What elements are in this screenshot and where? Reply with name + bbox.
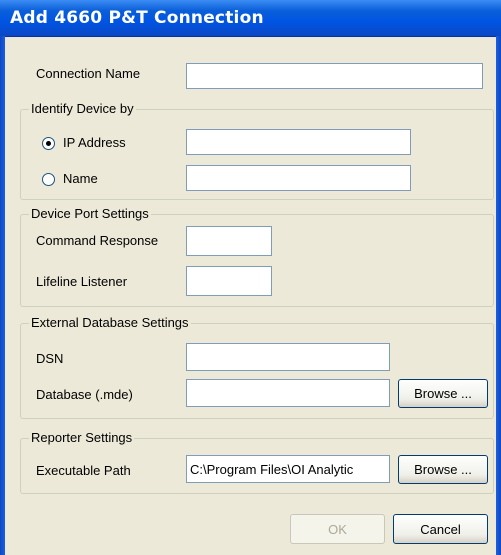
executable-path-input[interactable] — [186, 455, 390, 483]
database-label: Database (.mde) — [36, 387, 133, 402]
command-response-input[interactable] — [186, 226, 272, 256]
dsn-label: DSN — [36, 351, 64, 366]
name-radio[interactable] — [42, 173, 55, 186]
name-radio-label[interactable]: Name — [63, 171, 98, 186]
connection-name-label: Connection Name — [36, 66, 141, 81]
database-browse-button[interactable]: Browse ... — [398, 379, 488, 408]
dsn-input[interactable] — [186, 343, 390, 371]
window-title: Add 4660 P&T Connection — [10, 8, 264, 28]
lifeline-listener-label: Lifeline Listener — [36, 274, 128, 289]
ip-address-input[interactable] — [186, 129, 411, 155]
command-response-label: Command Response — [36, 233, 159, 248]
reporter-legend: Reporter Settings — [29, 430, 135, 445]
title-bar[interactable]: Add 4660 P&T Connection — [0, 0, 501, 37]
ok-button[interactable]: OK — [290, 514, 385, 544]
lifeline-listener-input[interactable] — [186, 266, 272, 296]
reporter-browse-button[interactable]: Browse ... — [398, 455, 488, 484]
identify-device-legend: Identify Device by — [29, 101, 136, 116]
device-name-input[interactable] — [186, 165, 411, 191]
radio-selected-dot — [46, 141, 51, 146]
cancel-button[interactable]: Cancel — [393, 514, 488, 544]
device-port-legend: Device Port Settings — [29, 206, 151, 221]
database-input[interactable] — [186, 379, 390, 407]
connection-name-input[interactable] — [186, 63, 483, 89]
executable-path-label: Executable Path — [36, 463, 131, 478]
external-db-legend: External Database Settings — [29, 315, 191, 330]
ip-address-radio[interactable] — [42, 137, 55, 150]
window-frame-left — [0, 36, 5, 555]
ip-address-label[interactable]: IP Address — [63, 135, 126, 150]
window-frame-right — [496, 36, 501, 555]
